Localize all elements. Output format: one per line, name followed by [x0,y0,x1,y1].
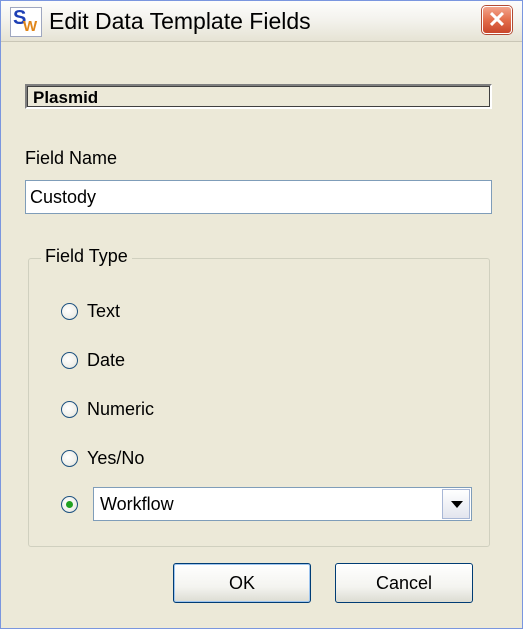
field-name-label: Field Name [25,148,118,168]
radio-label[interactable]: Date [87,350,125,371]
ok-button[interactable]: OK [173,563,311,603]
cancel-button[interactable]: Cancel [335,563,473,603]
radio-button-selected[interactable] [61,496,78,513]
close-icon: ✕ [487,7,507,32]
radio-button[interactable] [61,401,78,418]
radio-button[interactable] [61,303,78,320]
field-type-legend: Field Type [41,246,132,267]
workflow-select-value: Workflow [100,494,174,514]
workflow-select[interactable]: Workflow [93,487,472,521]
radio-label[interactable]: Text [87,301,120,322]
title-bar[interactable]: S W Edit Data Template Fields ✕ [1,1,522,42]
window-title: Edit Data Template Fields [49,8,311,34]
edit-data-template-fields-dialog: S W Edit Data Template Fields ✕ Plasmid … [0,0,523,629]
radio-label[interactable]: Yes/No [87,448,144,469]
radio-label[interactable]: Numeric [87,399,154,420]
radio-button[interactable] [61,352,78,369]
chevron-down-icon[interactable] [442,489,470,519]
template-name: Plasmid [33,88,99,107]
field-name-input[interactable] [25,180,492,214]
app-sw-icon: S W [10,7,42,37]
close-button[interactable]: ✕ [482,6,512,34]
radio-button[interactable] [61,450,78,467]
template-name-box: Plasmid [25,84,492,109]
